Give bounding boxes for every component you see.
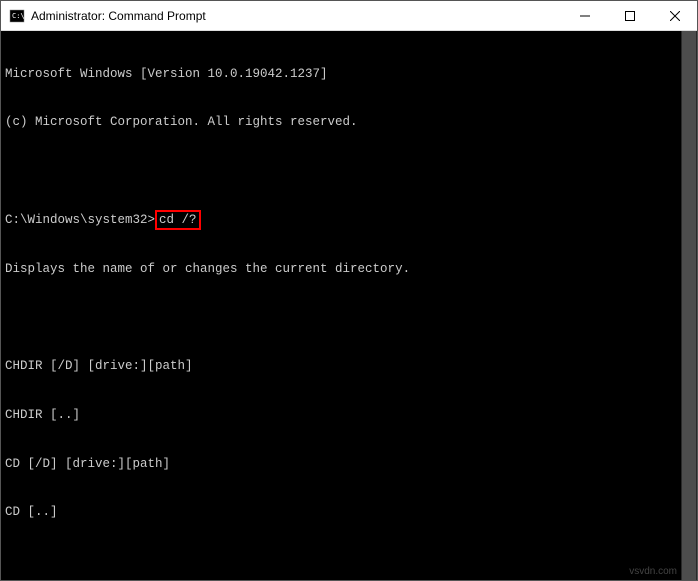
terminal-line: CHDIR [/D] [drive:][path] — [5, 358, 693, 374]
terminal-line: Displays the name of or changes the curr… — [5, 261, 693, 277]
close-button[interactable] — [652, 1, 697, 30]
vertical-scrollbar[interactable] — [681, 31, 697, 580]
window-controls — [562, 1, 697, 30]
terminal-line — [5, 553, 693, 569]
terminal-prompt-line: C:\Windows\system32>cd /? — [5, 212, 693, 228]
cmd-icon: C:\ — [9, 8, 25, 24]
terminal-line: CD [/D] [drive:][path] — [5, 456, 693, 472]
watermark-text: vsvdn.com — [629, 565, 677, 578]
window-title: Administrator: Command Prompt — [31, 9, 562, 23]
highlighted-command: cd /? — [155, 210, 201, 230]
terminal-line: CD [..] — [5, 504, 693, 520]
maximize-button[interactable] — [607, 1, 652, 30]
terminal-line — [5, 309, 693, 325]
titlebar[interactable]: C:\ Administrator: Command Prompt — [1, 1, 697, 31]
prompt-text: C:\Windows\system32> — [5, 213, 155, 227]
scrollbar-thumb[interactable] — [682, 31, 696, 580]
terminal-line: CHDIR [..] — [5, 407, 693, 423]
terminal-line: (c) Microsoft Corporation. All rights re… — [5, 114, 693, 130]
minimize-button[interactable] — [562, 1, 607, 30]
terminal-line — [5, 163, 693, 179]
terminal-line: Microsoft Windows [Version 10.0.19042.12… — [5, 66, 693, 82]
terminal-output[interactable]: Microsoft Windows [Version 10.0.19042.12… — [1, 31, 697, 580]
command-prompt-window: C:\ Administrator: Command Prompt Micros… — [0, 0, 698, 581]
svg-text:C:\: C:\ — [12, 12, 25, 20]
